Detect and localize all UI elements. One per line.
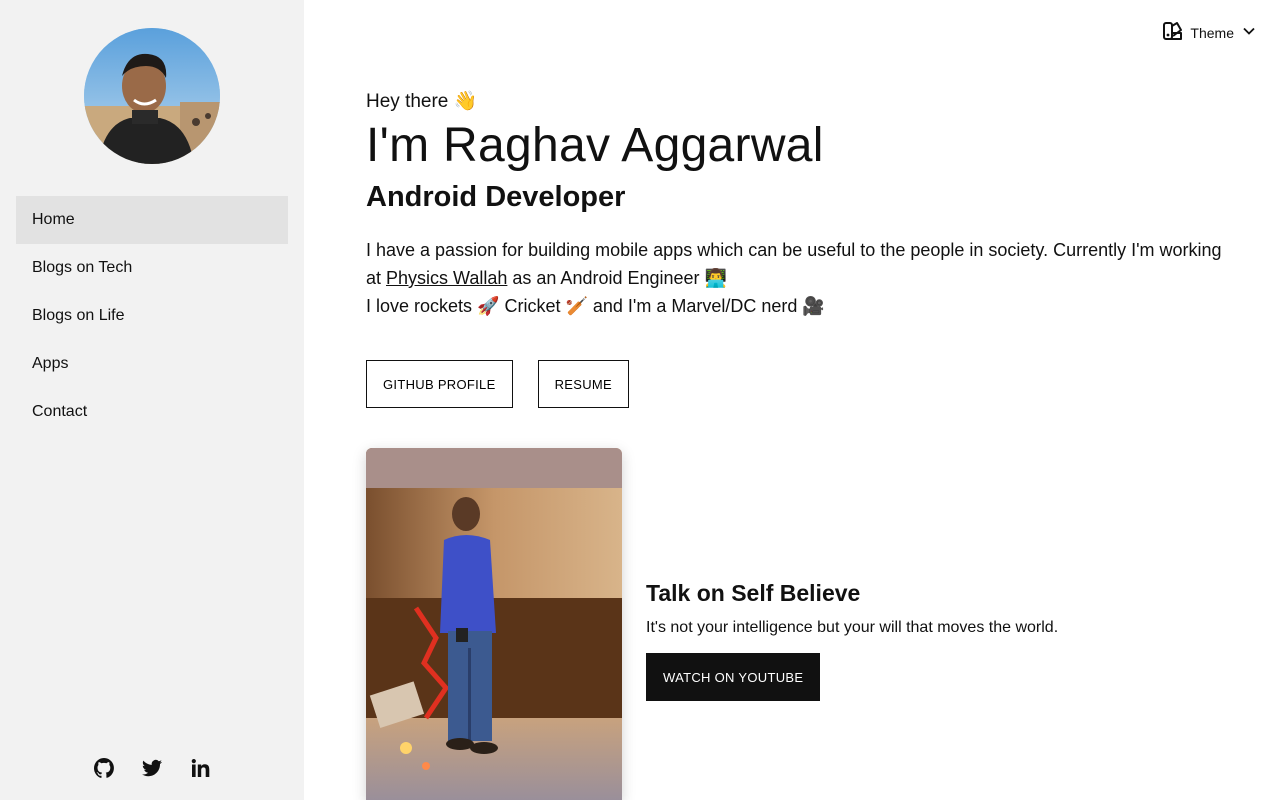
talk-section: Talk on Self Believe It's not your intel… <box>646 580 1058 701</box>
bio-text-cont: as an Android Engineer 👨‍💻 <box>507 268 727 288</box>
sidebar-item-apps[interactable]: Apps <box>16 340 288 388</box>
avatar-image <box>84 28 220 164</box>
sidebar-item-blogs-on-tech[interactable]: Blogs on Tech <box>16 244 288 292</box>
sidebar-nav: Home Blogs on Tech Blogs on Life Apps Co… <box>16 196 288 436</box>
twitter-icon[interactable] <box>140 756 164 780</box>
resume-button[interactable]: RESUME <box>537 360 629 408</box>
sidebar-item-home[interactable]: Home <box>16 196 288 244</box>
sidebar-item-blogs-on-life[interactable]: Blogs on Life <box>16 292 288 340</box>
avatar <box>84 28 220 164</box>
talk-photo <box>366 448 622 800</box>
sidebar: Home Blogs on Tech Blogs on Life Apps Co… <box>0 0 304 800</box>
palette-icon <box>1162 20 1184 45</box>
bio: I have a passion for building mobile app… <box>366 236 1226 320</box>
sidebar-item-contact[interactable]: Contact <box>16 388 288 436</box>
talk-title: Talk on Self Believe <box>646 580 861 606</box>
page-title: I'm Raghav Aggarwal <box>366 119 824 172</box>
hero-actions: GITHUB PROFILE RESUME <box>366 360 629 408</box>
linkedin-icon[interactable] <box>188 756 212 780</box>
job-title: Android Developer <box>366 181 626 213</box>
theme-label: Theme <box>1190 24 1234 41</box>
watch-on-youtube-button[interactable]: WATCH ON YOUTUBE <box>646 653 821 701</box>
github-profile-button[interactable]: GITHUB PROFILE <box>366 360 513 408</box>
talk-description: It's not your intelligence but your will… <box>646 619 1059 636</box>
bio-hobbies: I love rockets 🚀 Cricket 🏏 and I'm a Mar… <box>366 296 825 316</box>
theme-selector[interactable]: Theme <box>1162 20 1256 45</box>
chevron-down-icon <box>1242 24 1256 41</box>
github-icon[interactable] <box>92 756 116 780</box>
physics-wallah-link[interactable]: Physics Wallah <box>386 268 507 288</box>
greeting: Hey there 👋 <box>366 91 478 112</box>
social-links <box>92 756 212 780</box>
